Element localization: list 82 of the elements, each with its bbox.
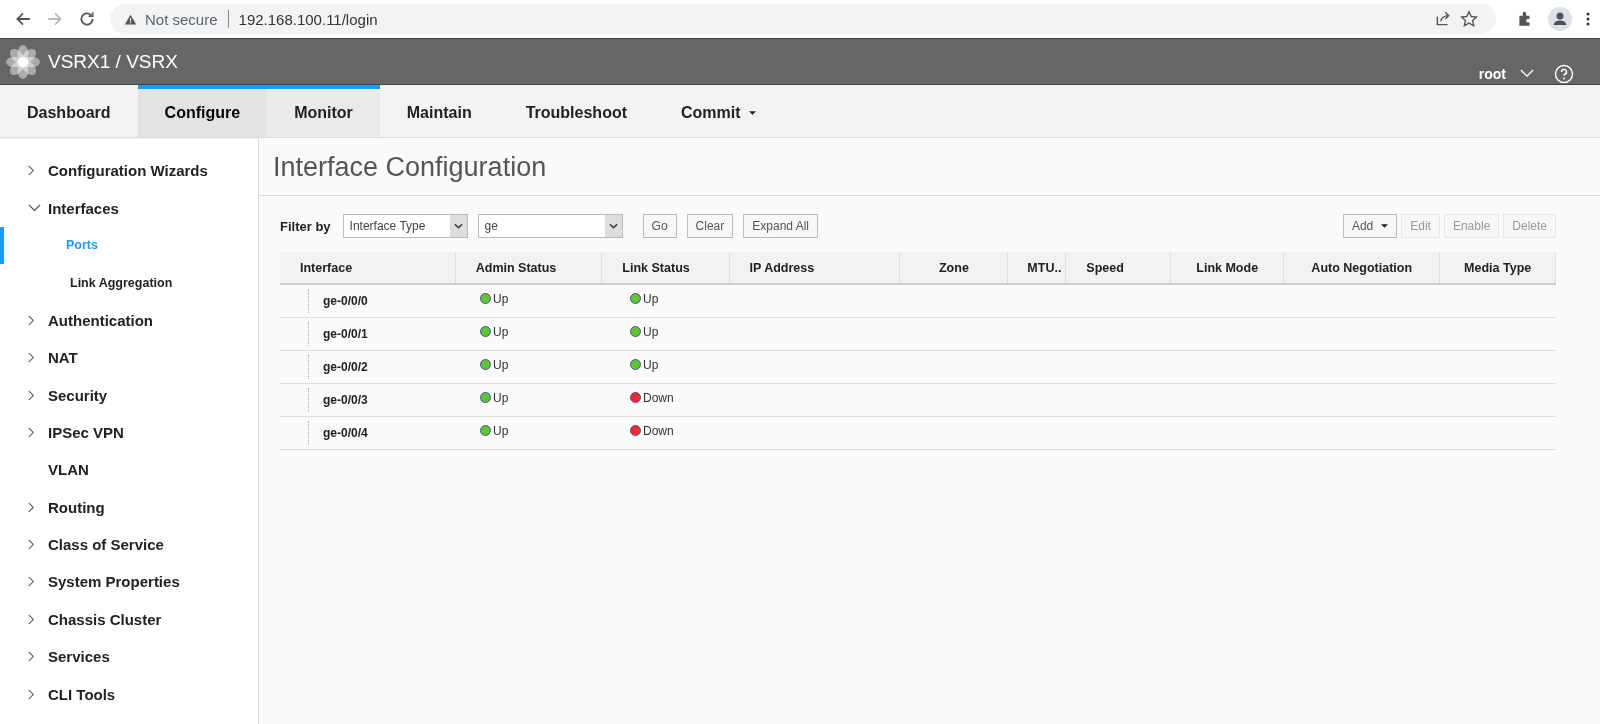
sidebar-item[interactable]: Interfaces xyxy=(0,189,258,227)
column-header[interactable]: Interface xyxy=(280,252,456,283)
column-header[interactable]: Admin Status xyxy=(455,252,603,283)
sidebar-item[interactable]: Authentication xyxy=(0,301,258,339)
interface-name: ge-0/0/2 xyxy=(323,360,368,374)
column-header[interactable]: MTU.. xyxy=(1008,252,1067,283)
reload-icon[interactable] xyxy=(78,10,96,28)
interface-name: ge-0/0/3 xyxy=(323,393,368,407)
chevron-right-icon[interactable] xyxy=(28,389,34,401)
back-icon[interactable] xyxy=(14,10,32,28)
chevron-right-icon[interactable] xyxy=(28,613,34,625)
sidebar-item[interactable]: System Properties xyxy=(0,563,258,601)
chevron-right-icon[interactable] xyxy=(28,352,34,364)
column-header[interactable]: Auto Negotiation xyxy=(1284,252,1441,283)
filter-button[interactable]: Go xyxy=(642,214,677,238)
link-status: Up xyxy=(643,292,659,306)
sidebar-item[interactable]: Routing xyxy=(0,488,258,526)
interface-name: ge-0/0/0 xyxy=(323,294,368,308)
page-title: Interface Configuration xyxy=(259,138,1600,196)
chevron-right-icon[interactable] xyxy=(28,576,34,588)
admin-status: Up xyxy=(493,292,509,306)
help-icon[interactable] xyxy=(1554,63,1574,84)
user-menu[interactable]: root xyxy=(1478,65,1534,82)
menu-icon[interactable] xyxy=(1586,11,1590,27)
column-header[interactable]: Speed xyxy=(1066,252,1172,283)
admin-status: Up xyxy=(493,424,509,438)
profile-icon[interactable] xyxy=(1548,7,1572,31)
interface-type-dropdown[interactable]: Interface Type xyxy=(342,214,468,238)
link-status: Down xyxy=(643,391,674,405)
link-status: Down xyxy=(643,424,674,438)
column-header[interactable]: Link Status xyxy=(602,252,730,283)
share-icon[interactable] xyxy=(1434,10,1452,28)
column-header[interactable]: Zone xyxy=(900,252,1009,283)
flower-logo-icon xyxy=(6,44,40,79)
device-title: VSRX1 / VSRX xyxy=(48,50,178,73)
column-header[interactable]: Link Mode xyxy=(1171,252,1285,283)
chevron-down-icon xyxy=(1520,69,1534,78)
admin-status: Up xyxy=(493,358,509,372)
link-status: Up xyxy=(643,325,659,339)
nav-tab[interactable]: Commit xyxy=(654,85,783,137)
interface-name: ge-0/0/4 xyxy=(323,426,368,440)
address-bar[interactable]: Not secure 192.168.100.11/login xyxy=(110,4,1496,34)
nav-tab[interactable]: Monitor xyxy=(267,85,380,137)
nav-tab[interactable]: Maintain xyxy=(379,85,499,137)
link-status: Up xyxy=(643,358,659,372)
chevron-down-icon[interactable] xyxy=(28,204,41,213)
security-label: Not secure xyxy=(145,10,218,28)
sidebar-item[interactable]: NAT xyxy=(0,338,258,377)
filter-button[interactable]: Expand All xyxy=(743,214,818,238)
chevron-right-icon[interactable] xyxy=(28,165,34,177)
sidebar-item[interactable]: VLAN xyxy=(0,451,258,489)
nav-tab[interactable]: Dashboard xyxy=(0,85,138,137)
column-header[interactable]: Media Type xyxy=(1440,252,1556,283)
admin-status: Up xyxy=(493,391,509,405)
filter-button[interactable]: Clear xyxy=(686,214,734,238)
filter-label: Filter by xyxy=(280,218,331,234)
sidebar-item[interactable]: Services xyxy=(0,638,258,676)
nav-tab[interactable]: Configure xyxy=(137,85,268,137)
sidebar-item[interactable]: Chassis Cluster xyxy=(0,600,258,639)
sidebar-item[interactable]: IPSec VPN xyxy=(0,413,258,452)
column-header[interactable]: IP Address xyxy=(729,252,901,283)
chevron-right-icon[interactable] xyxy=(28,501,34,513)
chevron-right-icon[interactable] xyxy=(28,314,34,326)
chevron-down-icon xyxy=(608,223,618,229)
nav-tab[interactable]: Troubleshoot xyxy=(498,85,654,137)
url-text: 192.168.100.11/login xyxy=(238,10,378,28)
chevron-down-icon xyxy=(453,223,463,229)
sidebar-item[interactable]: Configuration Wizards xyxy=(0,152,258,190)
interface-name: ge-0/0/1 xyxy=(323,327,368,341)
warning-icon xyxy=(124,12,137,26)
action-button[interactable]: Add xyxy=(1342,214,1398,238)
chevron-right-icon[interactable] xyxy=(28,651,34,663)
chevron-right-icon[interactable] xyxy=(28,426,34,438)
sidebar-subitem[interactable]: Link Aggregation xyxy=(0,264,258,302)
chevron-right-icon[interactable] xyxy=(28,688,34,700)
chevron-right-icon[interactable] xyxy=(28,539,34,551)
sidebar-item[interactable]: CLI Tools xyxy=(0,675,258,713)
admin-status: Up xyxy=(493,325,509,339)
sidebar-item[interactable]: Class of Service xyxy=(0,525,258,564)
filter-value-dropdown[interactable]: ge xyxy=(477,214,623,238)
sidebar-item[interactable]: Security xyxy=(0,376,258,414)
star-icon[interactable] xyxy=(1460,10,1478,28)
